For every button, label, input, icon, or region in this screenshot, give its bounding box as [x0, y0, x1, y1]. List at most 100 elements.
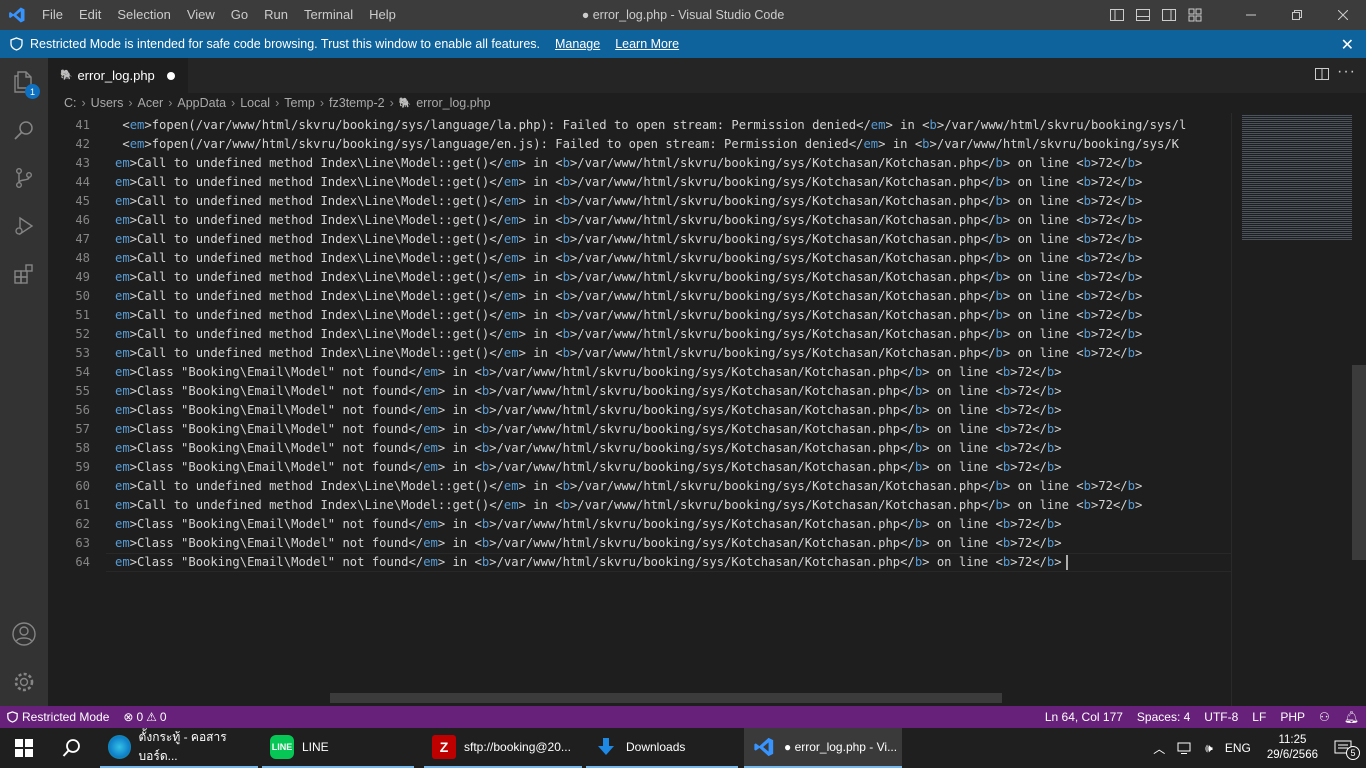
code-editor[interactable]: 41 <em>fopen(/var/www/html/skvru/booking…: [48, 113, 1231, 706]
menu-go[interactable]: Go: [223, 0, 256, 30]
code-line[interactable]: 51 em>Call to undefined method Index\Line…: [48, 306, 1231, 325]
crumb[interactable]: Temp: [284, 96, 315, 110]
windows-start-icon[interactable]: [0, 728, 48, 768]
crumb[interactable]: Users: [91, 96, 124, 110]
customize-layout-icon[interactable]: [1182, 0, 1208, 30]
code-line[interactable]: 45 em>Call to undefined method Index\Line…: [48, 192, 1231, 211]
unsaved-dot-icon[interactable]: [166, 71, 175, 80]
code-line[interactable]: 52 em>Call to undefined method Index\Line…: [48, 325, 1231, 344]
text-token: > in <: [518, 479, 563, 493]
toggle-secondary-sidebar-icon[interactable]: [1156, 0, 1182, 30]
crumb-file[interactable]: error_log.php: [416, 96, 490, 110]
line-number: 47: [75, 232, 90, 246]
code-line[interactable]: 43 em>Call to undefined method Index\Line…: [48, 154, 1231, 173]
code-line[interactable]: 55 em>Class "Booking\Email\Model" not fou…: [48, 382, 1231, 401]
clock-date: 29/6/2566: [1266, 749, 1318, 761]
code-line[interactable]: 53 em>Call to undefined method Index\Line…: [48, 344, 1231, 363]
minimize-icon[interactable]: [1228, 0, 1274, 30]
code-line[interactable]: 56 em>Class "Booking\Email\Model" not fou…: [48, 401, 1231, 420]
search-icon[interactable]: [0, 106, 48, 154]
text-token: >: [1134, 346, 1143, 360]
code-line[interactable]: 61 em>Call to undefined method Index\Line…: [48, 496, 1231, 515]
horizontal-scrollbar[interactable]: [330, 693, 1002, 703]
explorer-icon[interactable]: 1: [0, 58, 48, 106]
feedback-icon[interactable]: ⚇: [1312, 706, 1337, 728]
split-editor-icon[interactable]: [1314, 66, 1330, 87]
text-token: > on line <: [1002, 346, 1084, 360]
search-icon[interactable]: [48, 728, 96, 768]
taskbar-vscode[interactable]: ● error_log.php - Vi...: [744, 728, 902, 768]
clock[interactable]: 11:25 29/6/2566: [1257, 733, 1328, 763]
menu-view[interactable]: View: [179, 0, 223, 30]
language-indicator[interactable]: ENG: [1219, 741, 1257, 755]
text-token: >/var/www/html/skvru/booking/sys/Kotchas…: [569, 251, 996, 265]
taskbar-line[interactable]: LINE LINE: [262, 728, 414, 768]
cursor-position[interactable]: Ln 64, Col 177: [1038, 706, 1130, 728]
restore-icon[interactable]: [1274, 0, 1320, 30]
html-tag-token: b: [995, 346, 1003, 360]
taskbar-downloads[interactable]: Downloads: [586, 728, 738, 768]
html-tag-token: b: [562, 498, 570, 512]
crumb[interactable]: C:: [64, 96, 77, 110]
text-token: >Class "Booking\Email\Model" not found</: [129, 384, 424, 398]
code-line[interactable]: 54 em>Class "Booking\Email\Model" not fou…: [48, 363, 1231, 382]
notifications-bell-icon[interactable]: 🔔︎: [1337, 706, 1366, 728]
toggle-panel-icon[interactable]: [1130, 0, 1156, 30]
menu-run[interactable]: Run: [256, 0, 296, 30]
text-token: >Class "Booking\Email\Model" not found</: [129, 441, 424, 455]
minimap[interactable]: [1231, 113, 1354, 706]
menu-help[interactable]: Help: [361, 0, 404, 30]
language-mode[interactable]: PHP: [1273, 706, 1312, 728]
manage-link[interactable]: Manage: [555, 37, 600, 51]
source-control-icon[interactable]: [0, 154, 48, 202]
code-line[interactable]: 57 em>Class "Booking\Email\Model" not fou…: [48, 420, 1231, 439]
settings-gear-icon[interactable]: [0, 658, 48, 706]
code-line[interactable]: 58 em>Class "Booking\Email\Model" not fou…: [48, 439, 1231, 458]
notification-center-icon[interactable]: 5: [1328, 740, 1366, 760]
crumb[interactable]: Local: [240, 96, 270, 110]
code-line[interactable]: 62 em>Class "Booking\Email\Model" not fou…: [48, 515, 1231, 534]
tab-error-log[interactable]: 🐘 error_log.php: [48, 58, 188, 93]
extensions-icon[interactable]: [0, 250, 48, 298]
eol[interactable]: LF: [1245, 706, 1273, 728]
problems-status[interactable]: ⊗ 0 ⚠ 0: [116, 706, 173, 728]
html-tag-token: em: [503, 327, 519, 341]
line-number: 45: [75, 194, 90, 208]
taskbar-filezilla[interactable]: Z sftp://booking@20...: [424, 728, 582, 768]
restricted-mode-status[interactable]: Restricted Mode: [0, 706, 116, 728]
close-window-icon[interactable]: [1320, 0, 1366, 30]
close-banner-icon[interactable]: ✕: [1341, 35, 1354, 55]
crumb[interactable]: fz3temp-2: [329, 96, 385, 110]
crumb[interactable]: Acer: [138, 96, 164, 110]
indentation[interactable]: Spaces: 4: [1130, 706, 1197, 728]
code-line[interactable]: 49 em>Call to undefined method Index\Line…: [48, 268, 1231, 287]
code-line[interactable]: 42 <em>fopen(/var/www/html/skvru/booking…: [48, 135, 1231, 154]
network-icon[interactable]: [1171, 741, 1199, 755]
encoding[interactable]: UTF-8: [1197, 706, 1245, 728]
code-line[interactable]: 41 <em>fopen(/var/www/html/skvru/booking…: [48, 116, 1231, 135]
menu-terminal[interactable]: Terminal: [296, 0, 361, 30]
code-line[interactable]: 63 em>Class "Booking\Email\Model" not fou…: [48, 534, 1231, 553]
more-actions-icon[interactable]: ···: [1337, 63, 1356, 81]
code-line[interactable]: 48 em>Call to undefined method Index\Line…: [48, 249, 1231, 268]
run-debug-icon[interactable]: [0, 202, 48, 250]
code-line[interactable]: 64 em>Class "Booking\Email\Model" not fou…: [48, 553, 1231, 572]
code-line[interactable]: 59 em>Class "Booking\Email\Model" not fou…: [48, 458, 1231, 477]
menu-selection[interactable]: Selection: [109, 0, 178, 30]
menu-edit[interactable]: Edit: [71, 0, 109, 30]
html-tag-token: b: [1127, 251, 1135, 265]
chevron-up-icon[interactable]: ︿: [1147, 740, 1171, 757]
code-line[interactable]: 44 em>Call to undefined method Index\Line…: [48, 173, 1231, 192]
volume-icon[interactable]: 🕪︎: [1199, 741, 1219, 756]
taskbar-edge[interactable]: ตั้งกระทู้ - คอสารบอร์ด...: [100, 728, 258, 768]
code-line[interactable]: 60 em>Call to undefined method Index\Line…: [48, 477, 1231, 496]
code-line[interactable]: 47 em>Call to undefined method Index\Line…: [48, 230, 1231, 249]
learn-more-link[interactable]: Learn More: [615, 37, 679, 51]
menu-file[interactable]: File: [34, 0, 71, 30]
crumb[interactable]: AppData: [177, 96, 226, 110]
vertical-scrollbar[interactable]: [1352, 365, 1366, 560]
toggle-sidebar-icon[interactable]: [1104, 0, 1130, 30]
code-line[interactable]: 46 em>Call to undefined method Index\Line…: [48, 211, 1231, 230]
code-line[interactable]: 50 em>Call to undefined method Index\Line…: [48, 287, 1231, 306]
accounts-icon[interactable]: [0, 610, 48, 658]
